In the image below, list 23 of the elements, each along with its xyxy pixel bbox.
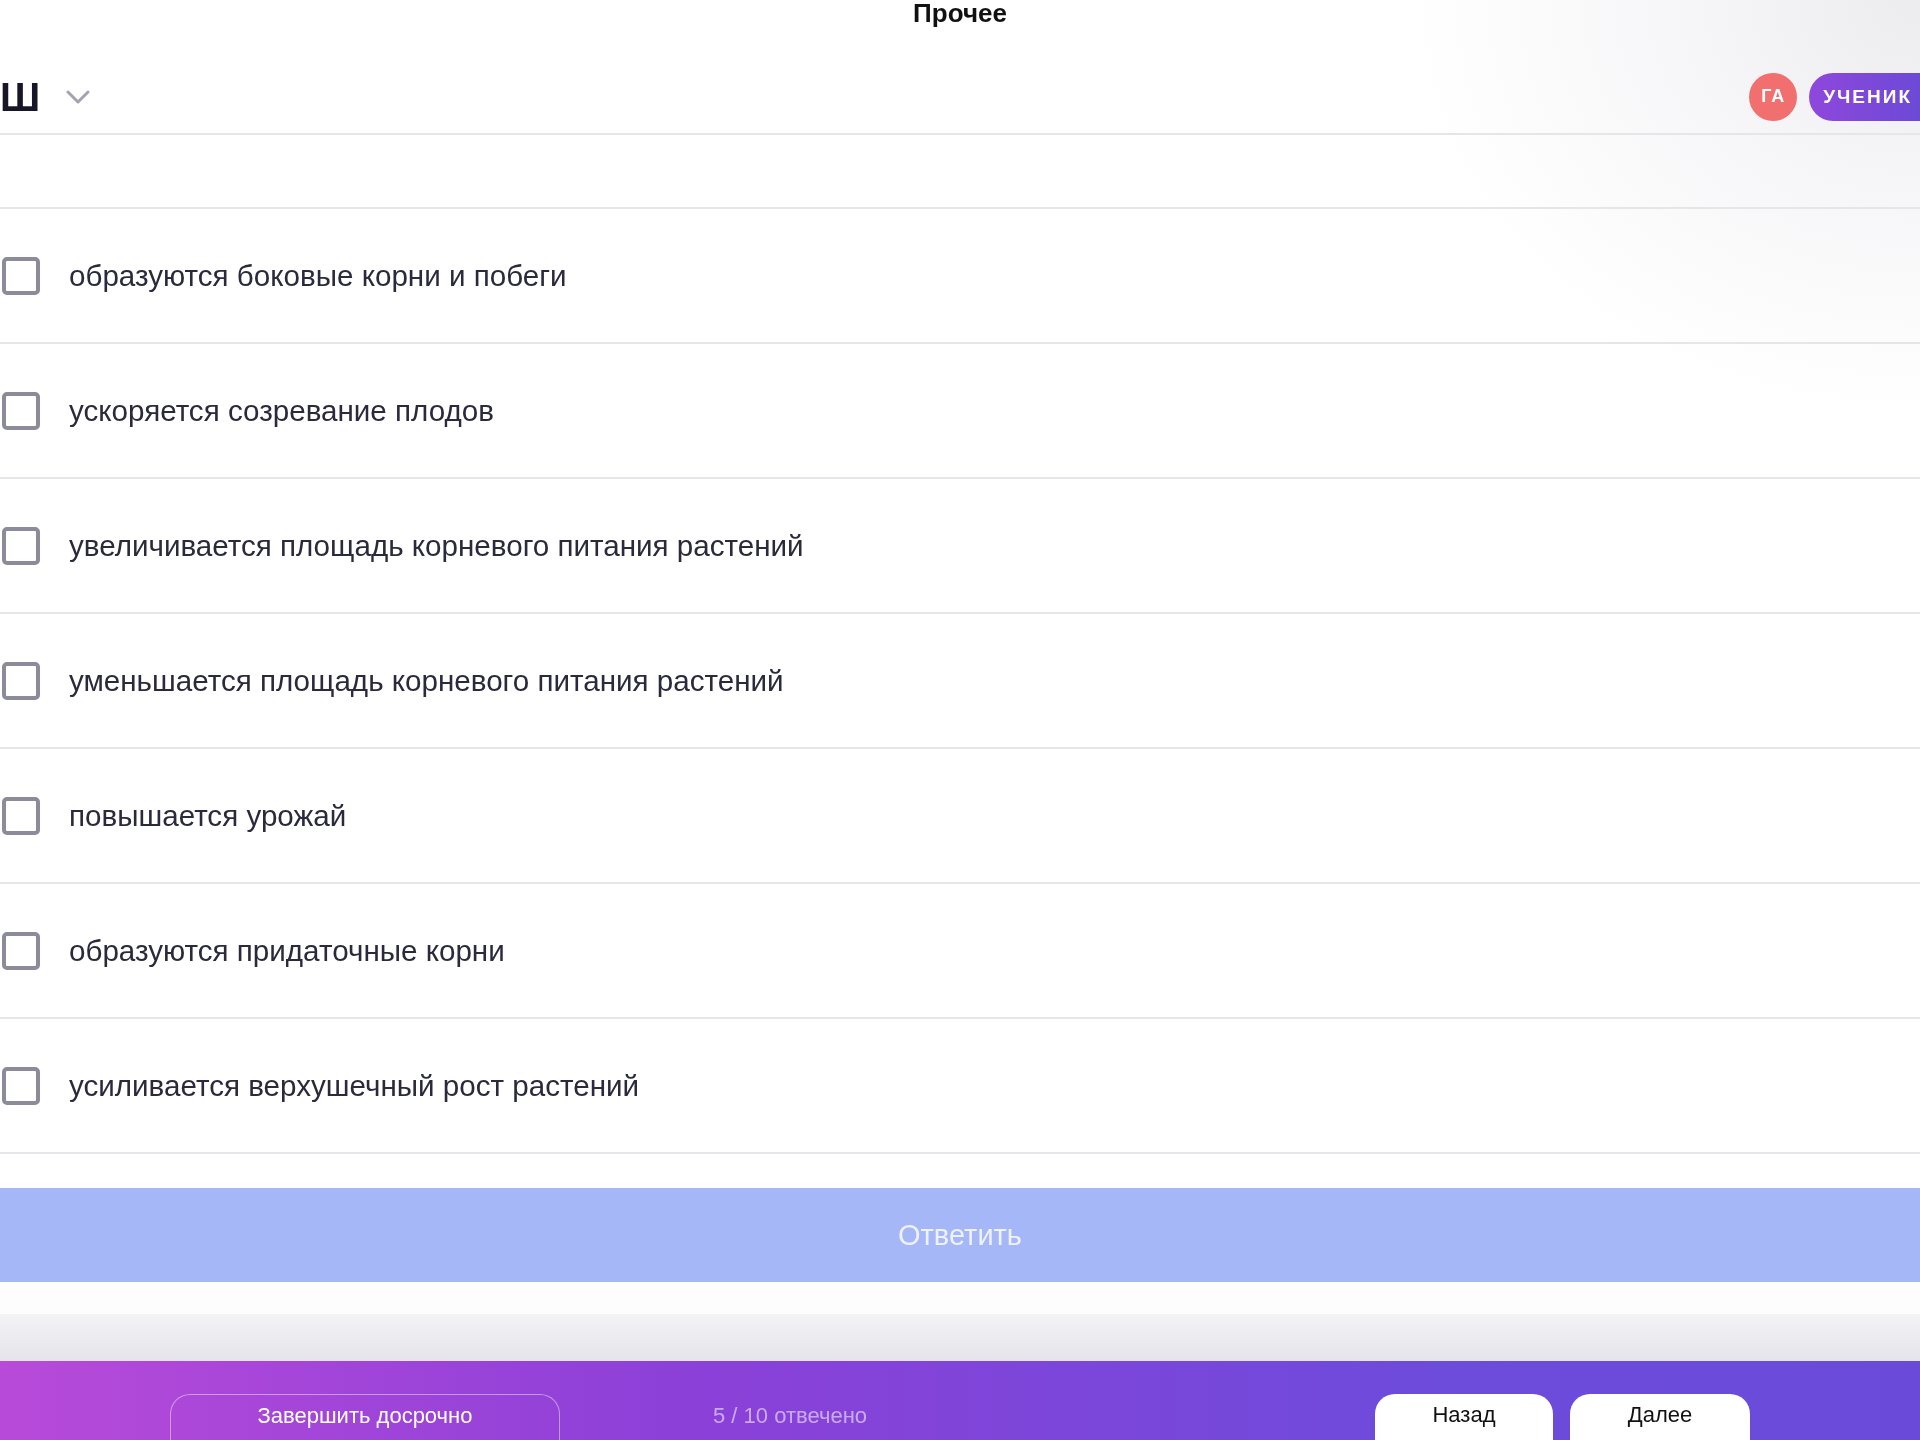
checkbox[interactable] [2, 526, 40, 565]
user-avatar[interactable]: ГА [1749, 72, 1798, 121]
back-button[interactable]: Назад [1375, 1394, 1553, 1440]
next-button[interactable]: Далее [1570, 1394, 1750, 1440]
chevron-down-icon[interactable] [66, 89, 91, 104]
option-label: образуются придаточные корни [69, 932, 505, 969]
page-title: Прочее [913, 0, 1007, 26]
checkbox[interactable] [2, 1066, 40, 1105]
checkbox[interactable] [2, 796, 40, 835]
checkbox[interactable] [2, 931, 40, 970]
role-badge: УЧЕНИК [1809, 72, 1920, 121]
option-label: усиливается верхушечный рост растений [69, 1067, 640, 1104]
logo-text: Ш [0, 76, 41, 117]
checkbox[interactable] [2, 391, 40, 430]
checkbox[interactable] [2, 256, 40, 295]
checkbox[interactable] [2, 661, 40, 700]
option-label: ускоряется созревание плодов [69, 392, 494, 429]
option-label: образуются боковые корни и побеги [69, 257, 567, 294]
progress-text: 5 / 10 отвечено [713, 1402, 867, 1429]
option-label: увеличивается площадь корневого питания растений [69, 527, 804, 564]
option-label: повышается урожай [69, 797, 347, 834]
option-label: уменьшается площадь корневого питания растений [69, 662, 784, 699]
finish-early-button[interactable]: Завершить досрочно [170, 1394, 560, 1440]
